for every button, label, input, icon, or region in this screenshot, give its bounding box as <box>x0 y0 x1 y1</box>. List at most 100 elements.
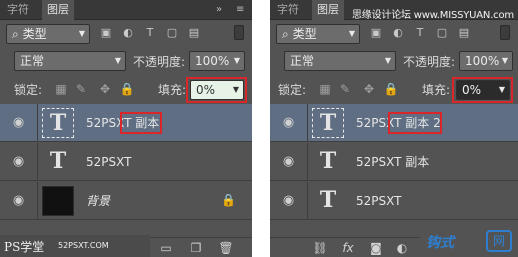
layer-row[interactable]: ◉ T 52PSXT 副本 <box>0 104 252 142</box>
smart-object-filter-icon[interactable]: ▤ <box>184 24 204 42</box>
watermark-url: 52PSXT.COM <box>58 241 109 250</box>
lock-label: 锁定: <box>14 83 43 97</box>
image-filter-icon[interactable]: ▣ <box>366 24 386 42</box>
filter-toggle[interactable] <box>234 25 244 40</box>
tab-layers[interactable]: 图层 <box>42 0 74 20</box>
layer-name: 52PSXT <box>356 194 402 208</box>
fill-highlight-box <box>452 77 513 103</box>
lock-transparent-pixels-icon[interactable]: ▦ <box>52 80 70 98</box>
delete-icon[interactable]: 🗑 <box>216 238 236 257</box>
layer-row[interactable]: ◉ T 52PSXT <box>270 182 518 220</box>
shape-filter-icon[interactable]: ▢ <box>432 24 452 42</box>
lock-position-icon[interactable]: ✥ <box>360 80 378 98</box>
search-icon: ⌕ <box>282 27 289 41</box>
filter-type-label: 类型 <box>292 27 317 41</box>
tab-character[interactable]: 字符 <box>272 0 304 20</box>
blend-mode-dropdown[interactable]: 正常 ▼ <box>14 51 126 71</box>
chevron-down-icon: ▼ <box>501 56 508 65</box>
watermark-logo: 钩式 网 <box>420 227 518 257</box>
lock-position-icon[interactable]: ✥ <box>96 80 114 98</box>
fill-highlight-box <box>186 77 247 103</box>
image-filter-icon[interactable]: ▣ <box>96 24 116 42</box>
opacity-field[interactable]: 100% ▼ <box>459 51 513 71</box>
shape-filter-icon[interactable]: ▢ <box>162 24 182 42</box>
fill-label: 填充: <box>422 83 451 97</box>
layer-row[interactable]: ◉ T 52PSXT <box>0 143 252 181</box>
tab-layers-label: 图层 <box>317 3 339 16</box>
layers-panel-left: 字符 图层 » ≡ ⌕ 类型 ▼ ▣ ◐ T ▢ ▤ 正常 ▼ 不透明度: 10… <box>0 0 252 257</box>
eye-icon[interactable]: ◉ <box>0 104 38 142</box>
lock-image-pixels-icon[interactable]: ✎ <box>336 80 354 98</box>
adjustment-filter-icon[interactable]: ◐ <box>118 24 138 42</box>
type-filter-icon[interactable]: T <box>140 24 160 42</box>
layer-row[interactable]: ◉ T 52PSXT 副本 <box>270 143 518 181</box>
filter-type-dropdown[interactable]: ⌕ 类型 ▼ <box>276 24 360 44</box>
chevron-down-icon: ▼ <box>233 56 240 65</box>
tab-layers-label: 图层 <box>47 3 69 16</box>
type-filter-icon[interactable]: T <box>410 24 430 42</box>
tab-character-label: 字符 <box>277 3 299 16</box>
panel-menu-icon[interactable]: ≡ <box>236 0 244 20</box>
blend-mode-dropdown[interactable]: 正常 ▼ <box>284 51 396 71</box>
smart-object-filter-icon[interactable]: ▤ <box>454 24 474 42</box>
mask-icon[interactable]: ◙ <box>366 238 386 257</box>
layer-name-suffix: 副本 <box>405 155 430 169</box>
tab-layers[interactable]: 图层 <box>312 0 344 20</box>
padlock-icon: 🔒 <box>221 193 236 207</box>
filter-type-label: 类型 <box>22 27 47 41</box>
lock-image-pixels-icon[interactable]: ✎ <box>72 80 90 98</box>
chevron-down-icon: ▼ <box>384 56 391 65</box>
type-layer-thumbnail: T <box>319 148 337 174</box>
fx-icon[interactable]: fx <box>338 238 358 257</box>
collapse-icon[interactable]: » <box>216 0 222 20</box>
layer-name-highlight-box <box>388 112 442 134</box>
lock-label: 锁定: <box>278 83 307 97</box>
watermark-logo-text: 钩式 <box>426 235 454 251</box>
opacity-value: 100% <box>465 54 500 68</box>
eye-icon[interactable]: ◉ <box>270 104 308 142</box>
lock-all-icon[interactable]: 🔒 <box>118 80 136 98</box>
link-icon[interactable]: ⛓ <box>310 238 330 257</box>
opacity-label: 不透明度: <box>133 55 186 69</box>
new-layer-icon[interactable]: ❐ <box>186 238 206 257</box>
chevron-down-icon: ▼ <box>114 56 121 65</box>
adjustment-filter-icon[interactable]: ◐ <box>388 24 408 42</box>
lock-all-icon[interactable]: 🔒 <box>382 80 400 98</box>
type-layer-thumbnail: T <box>42 108 74 138</box>
layer-name-text: 52PSXT <box>356 155 402 169</box>
search-icon: ⌕ <box>12 27 19 41</box>
filter-type-dropdown[interactable]: ⌕ 类型 ▼ <box>6 24 90 44</box>
watermark-brand: PS学堂 <box>4 240 45 254</box>
eye-icon[interactable]: ◉ <box>0 182 38 220</box>
layer-row[interactable]: ◉ 背景 🔒 <box>0 182 252 220</box>
type-layer-thumbnail: T <box>312 108 344 138</box>
opacity-field[interactable]: 100% ▼ <box>189 51 245 71</box>
type-layer-thumbnail: T <box>49 148 67 174</box>
layer-name: 52PSXT 副本 <box>356 143 429 181</box>
blend-mode-value: 正常 <box>290 54 315 68</box>
eye-icon[interactable]: ◉ <box>0 143 38 181</box>
eye-icon[interactable]: ◉ <box>270 182 308 220</box>
layer-name: 背景 <box>86 194 111 208</box>
layer-row[interactable]: ◉ T 52PSXT 副本 2 <box>270 104 518 142</box>
tab-character[interactable]: 字符 <box>2 0 34 20</box>
watermark-logo-mark: 网 <box>486 230 512 252</box>
opacity-value: 100% <box>195 54 230 68</box>
filter-toggle[interactable] <box>500 25 510 40</box>
fill-label: 填充: <box>158 83 187 97</box>
group-icon[interactable]: ▭ <box>156 238 176 257</box>
type-layer-thumbnail: T <box>319 187 337 213</box>
chevron-down-icon: ▼ <box>348 29 355 38</box>
layers-panel-right: 字符 图层 ⌕ 类型 ▼ ▣ ◐ T ▢ ▤ 正常 ▼ 不透明度: 100% ▼… <box>270 0 518 257</box>
adjustment-icon[interactable]: ◐ <box>392 238 412 257</box>
panel-gap <box>252 0 270 257</box>
opacity-label: 不透明度: <box>403 55 456 69</box>
blend-mode-value: 正常 <box>20 54 45 68</box>
panel-tab-bar: 字符 图层 » ≡ <box>0 0 252 20</box>
watermark-psxt: PS学堂 52PSXT.COM <box>0 235 150 257</box>
layer-name-highlight-box <box>120 112 162 134</box>
layer-name: 52PSXT <box>86 155 132 169</box>
background-thumbnail <box>42 186 74 216</box>
eye-icon[interactable]: ◉ <box>270 143 308 181</box>
lock-transparent-pixels-icon[interactable]: ▦ <box>316 80 334 98</box>
